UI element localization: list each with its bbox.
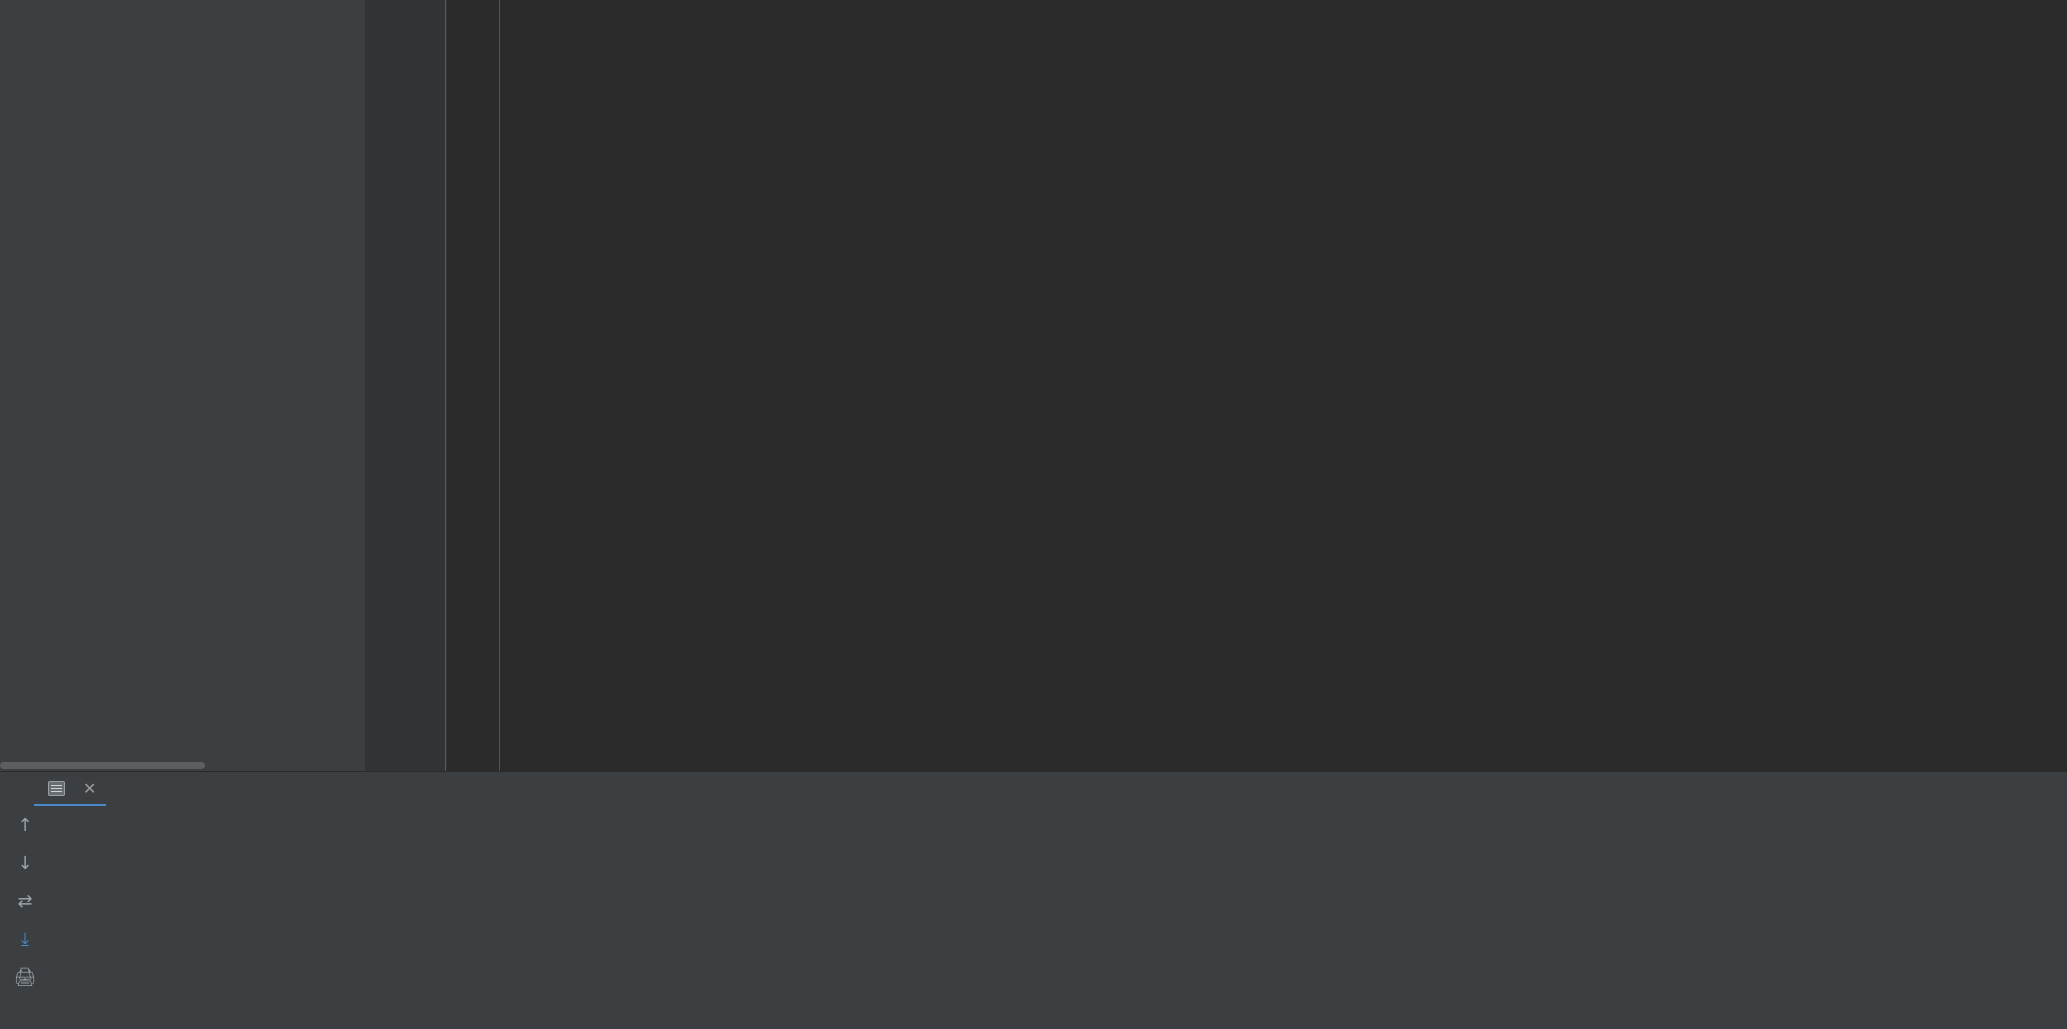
- run-panel-header: ✕: [0, 772, 2067, 806]
- run-panel: ✕ ↑ ↓ ⇄ ⤓ 🖨: [0, 772, 2067, 1029]
- editor-gutter[interactable]: [365, 0, 447, 771]
- console-tab-icon: [48, 780, 65, 796]
- run-toolbar[interactable]: ↑ ↓ ⇄ ⤓ 🖨: [0, 806, 50, 1029]
- ide-window: ✕ ↑ ↓ ⇄ ⤓ 🖨: [0, 0, 2067, 1029]
- indent-guide: [499, 0, 500, 771]
- sidebar-horizontal-scrollbar[interactable]: [0, 762, 205, 769]
- soft-wrap-icon[interactable]: ⇄: [12, 888, 38, 914]
- scroll-up-icon[interactable]: ↑: [12, 812, 38, 838]
- run-tab-beanfactorytest[interactable]: ✕: [34, 772, 107, 806]
- close-icon[interactable]: ✕: [83, 779, 96, 798]
- scroll-down-icon[interactable]: ↓: [12, 850, 38, 876]
- project-sidebar[interactable]: [0, 0, 365, 771]
- console-output[interactable]: [50, 806, 2067, 1029]
- fold-guide-line: [445, 0, 446, 771]
- code-text-area[interactable]: [447, 0, 2067, 771]
- run-panel-body: ↑ ↓ ⇄ ⤓ 🖨: [0, 806, 2067, 1029]
- top-area: [0, 0, 2067, 771]
- code-editor[interactable]: [365, 0, 2067, 771]
- scroll-to-end-icon[interactable]: ⤓: [12, 926, 38, 952]
- print-icon[interactable]: 🖨: [12, 964, 38, 990]
